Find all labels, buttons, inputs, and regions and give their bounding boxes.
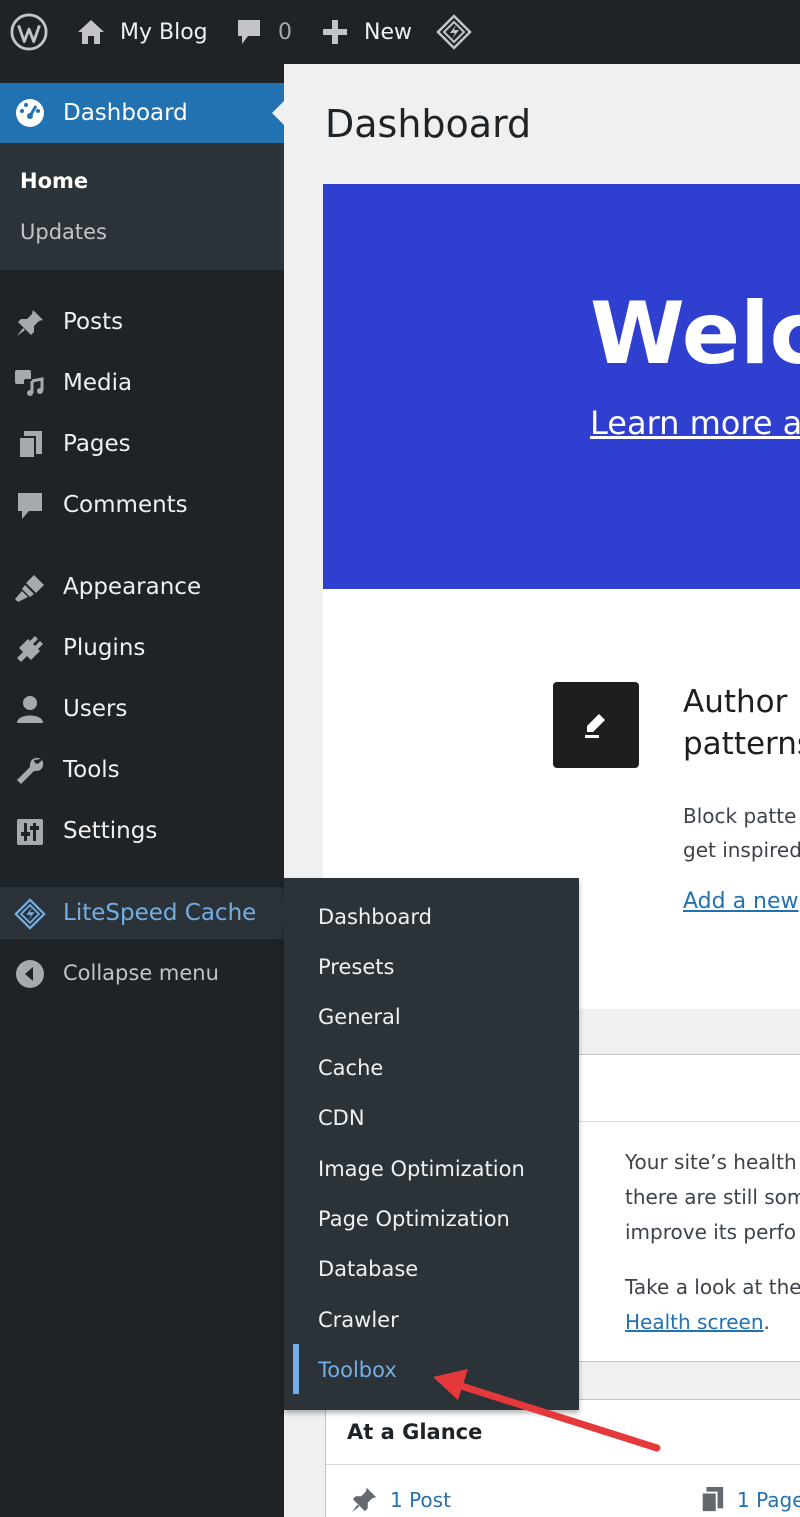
welcome-panel: Welco Learn more al	[323, 184, 800, 589]
pen-box	[553, 682, 639, 768]
comments-count: 0	[278, 19, 292, 45]
sidebar-item-label: Users	[63, 696, 128, 722]
sidebar-item-users[interactable]: Users	[0, 683, 284, 735]
admin-sidebar: Dashboard Home Updates Posts Media Pages…	[0, 64, 284, 1517]
sidebar-item-settings[interactable]: Settings	[0, 805, 284, 857]
pages-icon	[700, 1487, 724, 1513]
sidebar-item-posts[interactable]: Posts	[0, 296, 284, 348]
new-content-link[interactable]: New	[322, 0, 412, 64]
comments-link[interactable]: 0	[236, 0, 292, 64]
flyout-item-cdn[interactable]: CDN	[318, 1103, 365, 1133]
glance-pages-link[interactable]: 1 Page	[699, 1486, 800, 1514]
submenu-home[interactable]: Home	[20, 169, 88, 193]
flyout-item-dashboard[interactable]: Dashboard	[318, 902, 432, 932]
author-title-line: Author	[683, 684, 788, 720]
sidebar-item-label: Tools	[63, 757, 120, 783]
sidebar-item-label: Media	[63, 370, 133, 396]
sidebar-item-label: Dashboard	[63, 100, 188, 126]
pin-icon	[351, 1487, 377, 1513]
sidebar-item-comments[interactable]: Comments	[0, 479, 284, 531]
admin-bar: My Blog 0 New	[0, 0, 800, 64]
sidebar-item-appearance[interactable]: Appearance	[0, 561, 284, 613]
welcome-learn-more-link[interactable]: Learn more al	[590, 404, 800, 442]
sidebar-item-label: Plugins	[63, 635, 146, 661]
site-health-text: Your site’s health there are still som i…	[625, 1145, 800, 1250]
submenu-updates[interactable]: Updates	[20, 220, 107, 244]
collapse-arrow-icon	[14, 959, 46, 989]
sidebar-item-tools[interactable]: Tools	[0, 744, 284, 796]
author-title-line: patterns	[683, 726, 800, 762]
pin-icon	[14, 308, 46, 338]
sidebar-item-label: Comments	[63, 492, 188, 518]
user-icon	[14, 695, 46, 725]
litespeed-flyout-menu: Dashboard Presets General Cache CDN Imag…	[273, 878, 579, 1410]
pages-icon	[14, 430, 46, 460]
wordpress-logo[interactable]	[10, 0, 48, 64]
sidebar-item-dashboard[interactable]: Dashboard	[0, 83, 284, 143]
site-health-text-2: Take a look at the Health screen.	[625, 1270, 800, 1340]
sliders-icon	[14, 817, 46, 847]
author-desc-line: get inspired	[683, 838, 800, 862]
litespeed-diamond-icon	[436, 14, 472, 50]
glance-title: At a Glance	[347, 1420, 483, 1444]
flyout-item-presets[interactable]: Presets	[318, 952, 394, 982]
sidebar-item-pages[interactable]: Pages	[0, 418, 284, 470]
pen-icon	[585, 714, 605, 738]
plus-icon	[323, 20, 347, 44]
wordpress-logo-icon	[10, 13, 48, 51]
sidebar-item-label: Collapse menu	[63, 961, 219, 985]
plug-icon	[14, 634, 46, 664]
sidebar-item-label: Settings	[63, 818, 158, 844]
flyout-item-crawler[interactable]: Crawler	[318, 1305, 399, 1335]
comment-bubble-icon	[238, 20, 260, 44]
flyout-item-toolbox[interactable]: Toolbox	[318, 1355, 397, 1385]
home-icon	[78, 20, 104, 44]
health-link-suffix: .	[763, 1310, 770, 1334]
site-name: My Blog	[120, 19, 208, 45]
sidebar-item-litespeed-cache[interactable]: LiteSpeed Cache	[0, 887, 284, 939]
collapse-menu-button[interactable]: Collapse menu	[0, 947, 284, 999]
sidebar-item-plugins[interactable]: Plugins	[0, 622, 284, 674]
glance-posts-label: 1 Post	[390, 1488, 451, 1512]
sidebar-item-label: LiteSpeed Cache	[63, 900, 257, 926]
site-name-link[interactable]: My Blog	[76, 0, 208, 64]
litespeed-adminbar-link[interactable]	[436, 0, 472, 64]
author-desc-line: Block patte	[683, 804, 797, 828]
at-a-glance-widget: At a Glance 1 Post 1 Page	[325, 1399, 800, 1517]
widget-divider	[326, 1464, 800, 1465]
welcome-title: Welco	[590, 284, 800, 384]
sidebar-item-label: Pages	[63, 431, 131, 457]
author-title: Author patterns	[683, 681, 800, 765]
health-screen-link[interactable]: Health screen	[625, 1310, 764, 1334]
sidebar-item-label: Appearance	[63, 574, 202, 600]
author-description: Block patte get inspired	[683, 799, 800, 867]
page-title: Dashboard	[325, 102, 532, 146]
health-line: improve its perfo	[625, 1220, 796, 1244]
flyout-item-general[interactable]: General	[318, 1002, 401, 1032]
brush-icon	[14, 573, 46, 603]
comment-icon	[14, 491, 46, 521]
flyout-item-page-optimization[interactable]: Page Optimization	[318, 1204, 510, 1234]
health-line: Your site’s health	[625, 1150, 797, 1174]
flyout-item-database[interactable]: Database	[318, 1254, 418, 1284]
new-label: New	[364, 19, 412, 45]
add-new-pattern-link[interactable]: Add a new	[683, 889, 799, 914]
sidebar-item-media[interactable]: Media	[0, 357, 284, 409]
glance-posts-link[interactable]: 1 Post	[350, 1486, 451, 1514]
glance-pages-label: 1 Page	[737, 1488, 800, 1512]
dashboard-submenu: Home Updates	[0, 143, 284, 270]
wrench-icon	[14, 756, 46, 786]
media-icon	[14, 369, 46, 399]
sidebar-item-label: Posts	[63, 309, 124, 335]
flyout-item-image-optimization[interactable]: Image Optimization	[318, 1154, 525, 1184]
health-line: Take a look at the	[625, 1275, 800, 1299]
dashboard-gauge-icon	[14, 97, 46, 135]
active-indicator	[293, 1344, 299, 1394]
litespeed-diamond-icon	[14, 898, 46, 930]
health-line: there are still som	[625, 1185, 800, 1209]
flyout-item-cache[interactable]: Cache	[318, 1053, 383, 1083]
